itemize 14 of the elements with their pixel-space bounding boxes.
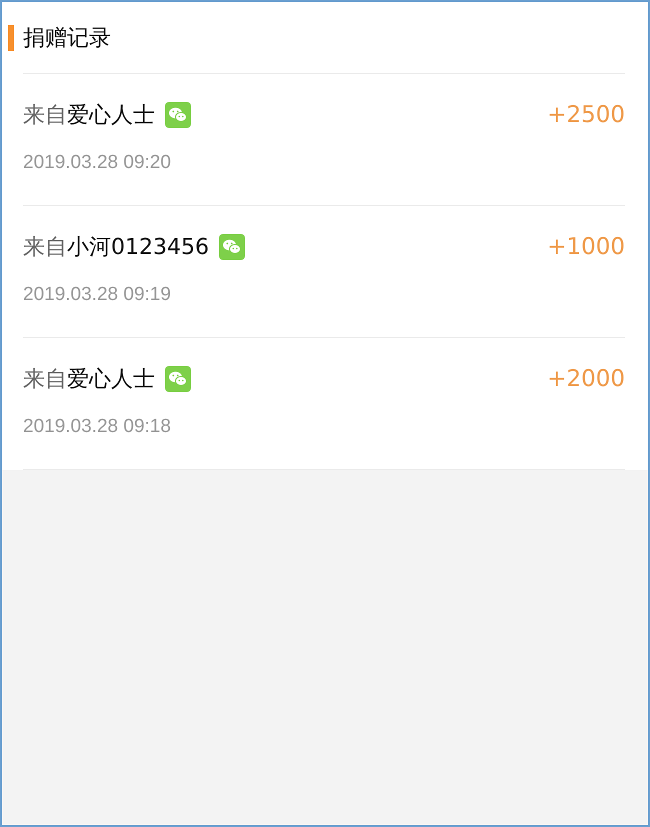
donation-amount: +2500 bbox=[547, 102, 625, 128]
donation-time: 2019.03.28 09:20 bbox=[23, 152, 172, 174]
chat-bubbles-icon bbox=[165, 366, 191, 392]
donor-text: 来自爱心人士 bbox=[23, 366, 155, 394]
chat-bubbles-icon bbox=[165, 102, 191, 128]
title-accent-bar bbox=[8, 24, 14, 50]
chat-bubbles-icon bbox=[218, 234, 245, 260]
donation-time: 2019.03.28 09:18 bbox=[23, 416, 172, 438]
section-title: 捐赠记录 bbox=[23, 24, 111, 52]
donor-text: 来自爱心人士 bbox=[23, 102, 155, 130]
donation-time: 2019.03.28 09:19 bbox=[23, 284, 172, 306]
donation-amount: +2000 bbox=[547, 366, 625, 392]
donor-text: 来自小河0123456 bbox=[23, 234, 209, 262]
donation-amount: +1000 bbox=[547, 234, 625, 260]
